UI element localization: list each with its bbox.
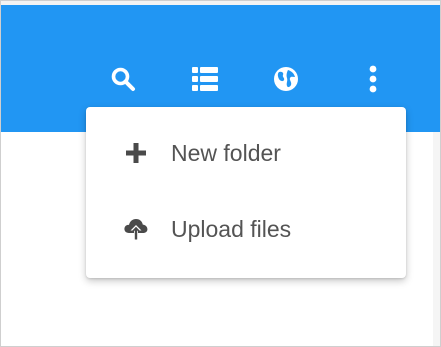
more-vert-icon [369,65,377,93]
plus-icon [124,141,148,165]
menu-item-label: Upload files [171,215,292,242]
globe-icon [273,66,299,92]
menu-item-upload-files[interactable]: Upload files [86,199,406,259]
search-icon [110,66,136,92]
search-button[interactable] [103,59,143,99]
more-options-menu: New folder Upload files [86,107,406,278]
list-view-icon [192,67,218,91]
side-scroll-strip [433,132,440,346]
menu-item-new-folder[interactable]: New folder [86,123,406,183]
list-view-button[interactable] [185,59,225,99]
menu-item-label: New folder [171,139,281,166]
app-window: New folder Upload files [0,0,441,347]
cloud-upload-icon [124,217,148,241]
more-options-button[interactable] [353,59,393,99]
language-button[interactable] [266,59,306,99]
